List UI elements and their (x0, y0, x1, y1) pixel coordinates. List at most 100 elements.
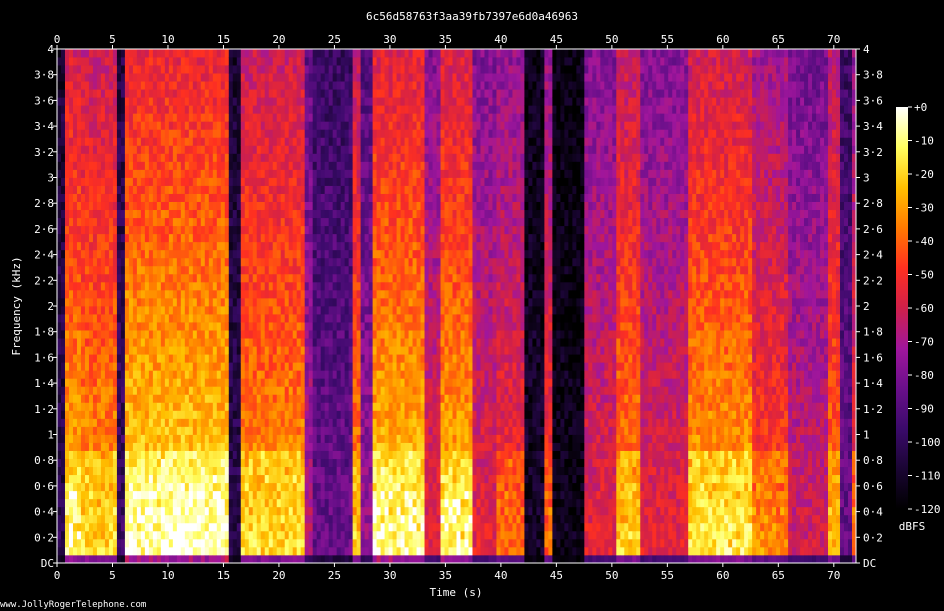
spectrogram-cell (212, 129, 218, 138)
spectrogram-cell (124, 410, 130, 419)
spectrogram-cell (304, 522, 310, 532)
spectrogram-cell (264, 354, 270, 363)
spectrogram-cell (304, 434, 310, 443)
spectrogram-cell (236, 338, 242, 347)
spectrogram-cell (212, 265, 218, 275)
spectrogram-cell (144, 306, 150, 315)
spectrogram-cell (196, 273, 202, 283)
spectrogram-cell (57, 498, 62, 508)
spectrogram-cell (216, 306, 222, 315)
spectrogram-cell (76, 346, 82, 355)
spectrogram-cell (200, 306, 206, 315)
spectrogram-cell (140, 169, 146, 178)
spectrogram-cell (80, 129, 86, 138)
spectrogram-cell (64, 338, 70, 347)
spectrogram-cell (268, 338, 274, 347)
spectrogram-cell (276, 546, 282, 556)
spectrogram-cell (64, 530, 70, 540)
spectrogram-cell (136, 81, 142, 90)
spectrogram-cell (308, 105, 314, 114)
spectrogram-cell (60, 522, 66, 532)
spectrogram-cell (320, 314, 326, 323)
spectrogram-cell (128, 426, 134, 435)
spectrogram-column (104, 49, 110, 564)
spectrogram-cell (340, 241, 346, 251)
spectrogram-cell (184, 289, 190, 299)
spectrogram-cell (240, 386, 246, 395)
spectrogram-cell (124, 394, 130, 403)
spectrogram-cell (84, 378, 90, 387)
spectrogram-cell (96, 394, 102, 403)
spectrogram-column (120, 49, 126, 564)
spectrogram-cell (212, 330, 218, 339)
spectrogram-cell (248, 145, 254, 154)
spectrogram-cell (220, 121, 226, 130)
spectrogram-cell (60, 378, 66, 387)
spectrogram-cell (180, 73, 186, 82)
spectrogram-cell (212, 378, 218, 387)
spectrogram-cell (144, 466, 150, 476)
spectrogram-cell (152, 121, 158, 130)
spectrogram-cell (132, 201, 138, 211)
spectrogram-cell (344, 273, 350, 283)
spectrogram-cell (264, 193, 270, 202)
spectrogram-cell (120, 49, 126, 58)
spectrogram-cell (108, 434, 114, 443)
spectrogram-cell (64, 370, 70, 379)
spectrogram-cell (156, 49, 162, 58)
spectrogram-cell (356, 297, 362, 307)
spectrogram-cell (152, 306, 158, 315)
spectrogram-cell (256, 193, 262, 202)
spectrogram-cell (208, 378, 214, 387)
spectrogram-cell (60, 257, 66, 267)
spectrogram-cell (128, 249, 134, 259)
spectrogram-cell (188, 97, 194, 106)
spectrogram-cell (240, 474, 246, 484)
spectrogram-cell (68, 257, 74, 267)
spectrogram-cell (124, 89, 130, 98)
spectrogram-cell (212, 490, 218, 500)
spectrogram-cell (332, 129, 338, 138)
spectrogram-cell (252, 378, 258, 387)
spectrogram-cell (57, 338, 62, 347)
spectrogram-cell (288, 233, 294, 243)
spectrogram-cell (72, 410, 78, 419)
spectrogram-cell (136, 546, 142, 556)
spectrogram-cell (168, 482, 174, 492)
spectrogram-cell (76, 233, 82, 243)
spectrogram-cell (280, 281, 286, 291)
spectrogram-cell (252, 273, 258, 283)
spectrogram-cell (260, 105, 266, 114)
spectrogram-cell (188, 105, 194, 114)
spectrogram-cell (64, 442, 70, 451)
spectrogram-cell (140, 530, 146, 540)
spectrogram-cell (276, 450, 282, 459)
spectrogram-cell (320, 330, 326, 339)
spectrogram-cell (312, 89, 318, 98)
spectrogram-cell (200, 273, 206, 283)
spectrogram-cell (352, 185, 358, 194)
spectrogram-cell (156, 338, 162, 347)
spectrogram-cell (128, 314, 134, 323)
spectrogram-cell (224, 506, 230, 516)
spectrogram-cell (340, 306, 346, 315)
spectrogram-cell (188, 506, 194, 516)
spectrogram-cell (288, 338, 294, 347)
spectrogram-cell (164, 289, 170, 299)
spectrogram-cell (304, 145, 310, 154)
spectrogram-cell (304, 538, 310, 548)
spectrogram-cell (308, 89, 314, 98)
spectrogram-cell (160, 89, 166, 98)
spectrogram-cell (92, 394, 98, 403)
spectrogram-cell (176, 241, 182, 251)
spectrogram-cell (188, 233, 194, 243)
spectrogram-cell (260, 257, 266, 267)
spectrogram-cell (208, 121, 214, 130)
spectrogram-cell (272, 330, 278, 339)
spectrogram-cell (352, 418, 358, 427)
spectrogram-cell (300, 105, 306, 114)
spectrogram-cell (312, 73, 318, 82)
spectrogram-cell (124, 265, 130, 275)
spectrogram-cell (156, 73, 162, 82)
spectrogram-cell (296, 73, 302, 82)
